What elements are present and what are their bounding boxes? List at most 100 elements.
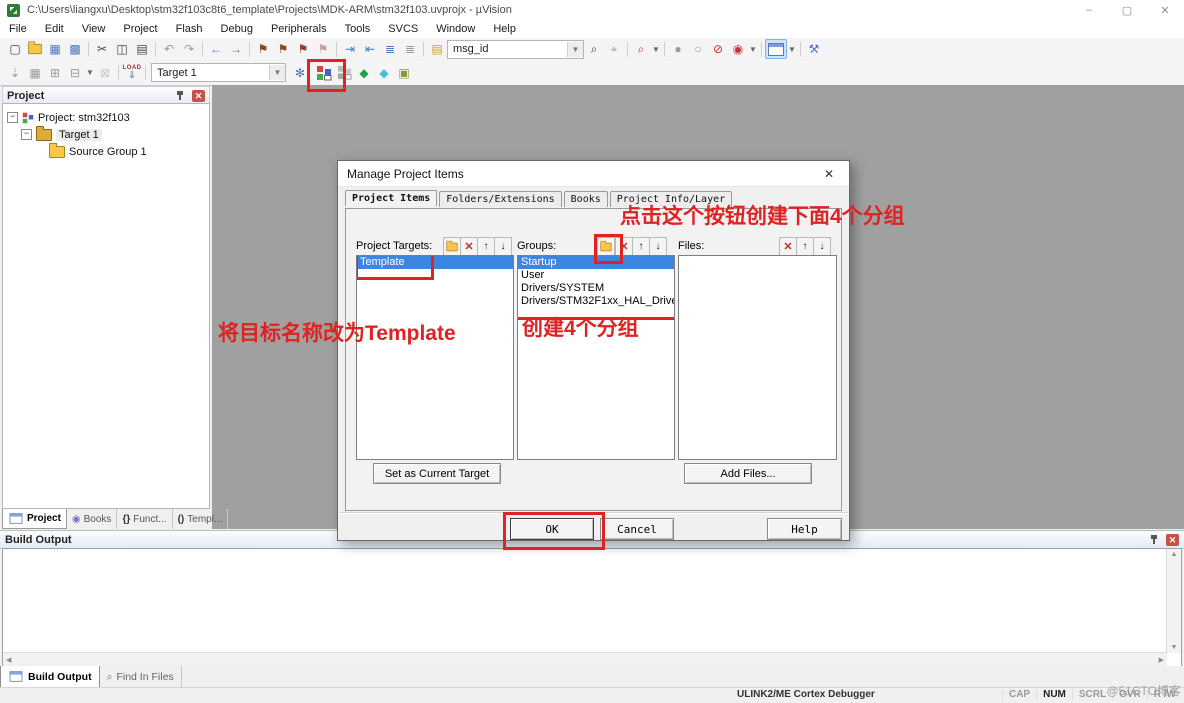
tab-books-dialog[interactable]: Books: [564, 191, 608, 207]
set-as-current-target-button[interactable]: Set as Current Target: [373, 463, 501, 484]
flash-configure-icon[interactable]: ◆: [354, 64, 374, 82]
delete-file-button[interactable]: ✕: [779, 237, 797, 256]
scroll-left-icon[interactable]: ◀: [3, 654, 14, 666]
new-target-button[interactable]: [443, 237, 461, 256]
combo-dropdown-icon[interactable]: ▼: [567, 42, 583, 57]
target-dropdown-icon[interactable]: ▼: [269, 65, 285, 80]
window-layout-icon[interactable]: [765, 39, 787, 59]
search-term-combo[interactable]: msg_id ▼: [447, 40, 584, 59]
incremental-find-icon[interactable]: ⌖: [604, 40, 624, 58]
uncomment-icon[interactable]: ≣: [400, 40, 420, 58]
manage-project-items-icon[interactable]: [314, 64, 334, 82]
menu-svcs[interactable]: SVCS: [379, 23, 427, 35]
ok-button[interactable]: OK: [510, 518, 594, 540]
pin-icon[interactable]: [176, 90, 185, 102]
breakpoint-toggle-icon[interactable]: ●: [668, 40, 688, 58]
indent-icon[interactable]: ⇥: [340, 40, 360, 58]
move-file-down-button[interactable]: ↓: [813, 237, 831, 256]
tab-functions[interactable]: {} Funct...: [117, 509, 172, 529]
find-in-files-icon[interactable]: ⌕: [584, 40, 604, 58]
target-select-combo[interactable]: Target 1 ▼: [151, 63, 286, 82]
cut-icon[interactable]: ✂: [92, 40, 112, 58]
breakpoint-disable-icon[interactable]: ⊘: [708, 40, 728, 58]
project-panel-close-icon[interactable]: ✕: [192, 90, 205, 102]
software-packs-icon[interactable]: ▣: [394, 64, 414, 82]
translate-icon[interactable]: ⇣: [5, 64, 25, 82]
menu-peripherals[interactable]: Peripherals: [262, 23, 336, 35]
move-target-up-button[interactable]: ↑: [477, 237, 495, 256]
target-item-template[interactable]: Template: [357, 256, 513, 269]
menu-help[interactable]: Help: [484, 23, 525, 35]
delete-target-button[interactable]: ✕: [460, 237, 478, 256]
download-to-flash-icon[interactable]: LOAD ⇓: [122, 64, 142, 82]
bookmark-toggle-icon[interactable]: ⚑: [253, 40, 273, 58]
tab-build-output[interactable]: Build Output: [0, 666, 100, 688]
build-output-close-icon[interactable]: ✕: [1166, 534, 1179, 546]
files-list[interactable]: [678, 255, 837, 460]
menu-file[interactable]: File: [0, 23, 36, 35]
group-item[interactable]: Startup: [518, 256, 674, 269]
manage-run-time-environment-icon[interactable]: [334, 64, 354, 82]
scroll-down-icon[interactable]: ▼: [1168, 642, 1181, 653]
build-icon[interactable]: ▦: [25, 64, 45, 82]
open-file-icon[interactable]: [25, 40, 45, 58]
menu-debug[interactable]: Debug: [212, 23, 262, 35]
move-group-down-button[interactable]: ↓: [649, 237, 667, 256]
close-button[interactable]: ✕: [1146, 0, 1184, 20]
menu-window[interactable]: Window: [427, 23, 484, 35]
tree-item-project-root[interactable]: − Project: stm32f103: [3, 109, 209, 126]
dialog-close-icon[interactable]: ✕: [818, 167, 840, 181]
new-file-icon[interactable]: ▢: [5, 40, 25, 58]
bookmark-clear-icon[interactable]: ⚑: [313, 40, 333, 58]
configuration-wrench-icon[interactable]: ⚒: [804, 40, 824, 58]
vertical-scrollbar[interactable]: ▲ ▼: [1166, 549, 1181, 653]
menu-flash[interactable]: Flash: [167, 23, 212, 35]
new-group-button[interactable]: [597, 237, 615, 256]
move-file-up-button[interactable]: ↑: [796, 237, 814, 256]
breakpoint-dropdown-icon[interactable]: ▼: [748, 40, 758, 58]
tab-find-in-files[interactable]: ⌕ Find In Files: [100, 666, 182, 688]
batch-build-dropdown-icon[interactable]: ▼: [85, 64, 95, 82]
paste-icon[interactable]: ▤: [132, 40, 152, 58]
move-group-up-button[interactable]: ↑: [632, 237, 650, 256]
build-output-content[interactable]: ▲ ▼ ◀ ▶: [2, 548, 1182, 667]
group-item[interactable]: Drivers/SYSTEM: [518, 282, 674, 295]
tab-folders-extensions[interactable]: Folders/Extensions: [439, 191, 561, 207]
maximize-button[interactable]: ▢: [1108, 0, 1146, 20]
menu-project[interactable]: Project: [114, 23, 166, 35]
undo-icon[interactable]: ↶: [159, 40, 179, 58]
tree-item-source-group[interactable]: Source Group 1: [3, 143, 209, 160]
build-output-pin-icon[interactable]: [1150, 534, 1159, 546]
project-targets-list[interactable]: Template: [356, 255, 514, 460]
cancel-button[interactable]: Cancel: [600, 518, 674, 540]
comment-icon[interactable]: ≣: [380, 40, 400, 58]
breakpoint-kill-all-icon[interactable]: ◉: [728, 40, 748, 58]
tab-project[interactable]: Project: [2, 509, 67, 529]
tab-project-items[interactable]: Project Items: [345, 190, 437, 206]
minimize-button[interactable]: –: [1070, 0, 1108, 20]
delete-group-button[interactable]: ✕: [615, 237, 633, 256]
options-for-target-icon[interactable]: ✻: [290, 64, 310, 82]
navigate-back-icon[interactable]: ←: [206, 40, 226, 58]
scroll-up-icon[interactable]: ▲: [1168, 549, 1181, 560]
redo-icon[interactable]: ↷: [179, 40, 199, 58]
group-item[interactable]: User: [518, 269, 674, 282]
collapse-icon[interactable]: −: [7, 112, 18, 123]
save-icon[interactable]: ▦: [45, 40, 65, 58]
group-item[interactable]: Drivers/STM32F1xx_HAL_Driver: [518, 295, 674, 308]
collapse-icon[interactable]: −: [21, 129, 32, 140]
rebuild-icon[interactable]: ⊞: [45, 64, 65, 82]
horizontal-scrollbar[interactable]: ◀ ▶: [3, 652, 1167, 666]
save-all-icon[interactable]: ▩: [65, 40, 85, 58]
bookmark-next-icon[interactable]: ⚑: [293, 40, 313, 58]
layout-dropdown-icon[interactable]: ▼: [787, 40, 797, 58]
help-button[interactable]: Help: [767, 518, 842, 540]
bookmark-prev-icon[interactable]: ⚑: [273, 40, 293, 58]
zoom-dropdown-icon[interactable]: ▼: [651, 40, 661, 58]
menu-edit[interactable]: Edit: [36, 23, 73, 35]
outdent-icon[interactable]: ⇤: [360, 40, 380, 58]
scroll-right-icon[interactable]: ▶: [1156, 654, 1167, 666]
tab-books[interactable]: ◉ Books: [67, 509, 118, 529]
messages-book-icon[interactable]: ▤: [427, 40, 447, 58]
menu-tools[interactable]: Tools: [336, 23, 380, 35]
